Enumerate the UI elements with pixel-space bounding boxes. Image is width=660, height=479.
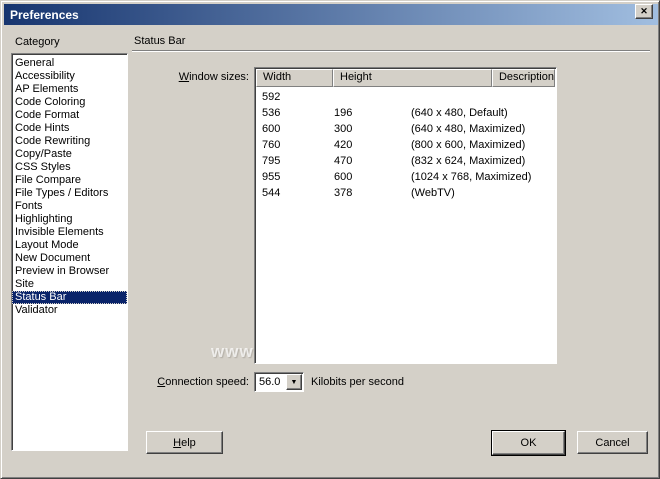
window-title: Preferences — [10, 8, 79, 22]
table-row[interactable]: 536 196 (640 x 480, Default) — [256, 105, 555, 121]
heading-separator — [132, 50, 650, 52]
height-cell: 300 — [328, 121, 405, 137]
category-listbox[interactable]: General Accessibility AP Elements Code C… — [11, 53, 128, 451]
category-item[interactable]: Layout Mode — [12, 239, 127, 252]
category-item[interactable]: Code Rewriting — [12, 135, 127, 148]
category-item[interactable]: New Document — [12, 252, 127, 265]
preferences-dialog: Preferences ✕ Category General Accessibi… — [0, 0, 660, 479]
height-cell — [328, 89, 405, 105]
category-label: Category — [15, 36, 60, 48]
table-row[interactable]: 955 600 (1024 x 768, Maximized) — [256, 169, 555, 185]
table-header-row: Width Height Description — [256, 69, 555, 87]
window-sizes-label-mnemonic: W — [179, 71, 189, 83]
width-cell: 795 — [256, 153, 328, 169]
description-cell: (1024 x 768, Maximized) — [405, 169, 555, 185]
window-sizes-table: Width Height Description 592 536 196 (64… — [254, 67, 557, 364]
description-cell: (800 x 600, Maximized) — [405, 137, 555, 153]
connection-speed-dropdown[interactable]: 56.0 ▼ — [254, 372, 304, 392]
description-cell — [405, 89, 555, 105]
category-item[interactable]: Copy/Paste — [12, 148, 127, 161]
category-item[interactable]: Site — [12, 278, 127, 291]
height-cell: 196 — [328, 105, 405, 121]
category-item[interactable]: Validator — [12, 304, 127, 317]
connection-speed-value: 56.0 — [255, 373, 286, 391]
watermark: www. — [211, 342, 259, 362]
connection-speed-label: Connection speed: — [141, 376, 249, 388]
width-cell: 544 — [256, 185, 328, 201]
window-sizes-label-rest: indow sizes: — [189, 71, 249, 83]
close-icon: ✕ — [640, 7, 648, 16]
category-item[interactable]: Code Hints — [12, 122, 127, 135]
table-row[interactable]: 760 420 (800 x 600, Maximized) — [256, 137, 555, 153]
chevron-down-icon: ▼ — [291, 379, 298, 386]
width-cell: 536 — [256, 105, 328, 121]
category-item[interactable]: Code Coloring — [12, 96, 127, 109]
description-cell: (832 x 624, Maximized) — [405, 153, 555, 169]
category-item[interactable]: Fonts — [12, 200, 127, 213]
category-item[interactable]: Highlighting — [12, 213, 127, 226]
table-header-cell[interactable]: Height — [333, 69, 492, 87]
category-item[interactable]: Preview in Browser — [12, 265, 127, 278]
width-cell: 760 — [256, 137, 328, 153]
category-item[interactable]: File Types / Editors — [12, 187, 127, 200]
connection-speed-label-rest: onnection speed: — [165, 376, 249, 388]
cancel-button[interactable]: Cancel — [577, 431, 648, 454]
table-row[interactable]: 795 470 (832 x 624, Maximized) — [256, 153, 555, 169]
table-body: 592 536 196 (640 x 480, Default) 600 300… — [256, 87, 555, 201]
ok-button[interactable]: OK — [492, 431, 565, 455]
height-cell: 600 — [328, 169, 405, 185]
height-cell: 470 — [328, 153, 405, 169]
page-title: Status Bar — [134, 35, 185, 47]
table-row[interactable]: 544 378 (WebTV) — [256, 185, 555, 201]
ok-button-label: OK — [521, 437, 537, 449]
close-button[interactable]: ✕ — [635, 4, 653, 19]
category-item[interactable]: Code Format — [12, 109, 127, 122]
table-header-cell[interactable]: Width — [256, 69, 333, 87]
dropdown-arrow-button[interactable]: ▼ — [286, 374, 302, 390]
description-cell: (640 x 480, Maximized) — [405, 121, 555, 137]
height-cell: 378 — [328, 185, 405, 201]
window-sizes-label: Window sizes: — [141, 71, 249, 83]
category-item[interactable]: CSS Styles — [12, 161, 127, 174]
cancel-button-label: Cancel — [595, 437, 629, 449]
category-item[interactable]: Invisible Elements — [12, 226, 127, 239]
description-cell: (640 x 480, Default) — [405, 105, 555, 121]
height-cell: 420 — [328, 137, 405, 153]
help-button-label: Help — [173, 437, 196, 449]
help-button[interactable]: Help — [146, 431, 223, 454]
connection-speed-unit: Kilobits per second — [311, 376, 404, 388]
category-item[interactable]: Status Bar — [12, 291, 127, 304]
width-cell: 955 — [256, 169, 328, 185]
table-header-cell[interactable]: Description — [492, 69, 555, 87]
width-cell: 600 — [256, 121, 328, 137]
description-cell: (WebTV) — [405, 185, 555, 201]
category-item[interactable]: General — [12, 57, 127, 70]
table-row[interactable]: 592 — [256, 89, 555, 105]
width-cell: 592 — [256, 89, 328, 105]
table-row[interactable]: 600 300 (640 x 480, Maximized) — [256, 121, 555, 137]
category-item[interactable]: Accessibility — [12, 70, 127, 83]
connection-speed-label-mnemonic: C — [157, 376, 165, 388]
category-item[interactable]: File Compare — [12, 174, 127, 187]
category-item[interactable]: AP Elements — [12, 83, 127, 96]
titlebar: Preferences — [4, 4, 658, 25]
